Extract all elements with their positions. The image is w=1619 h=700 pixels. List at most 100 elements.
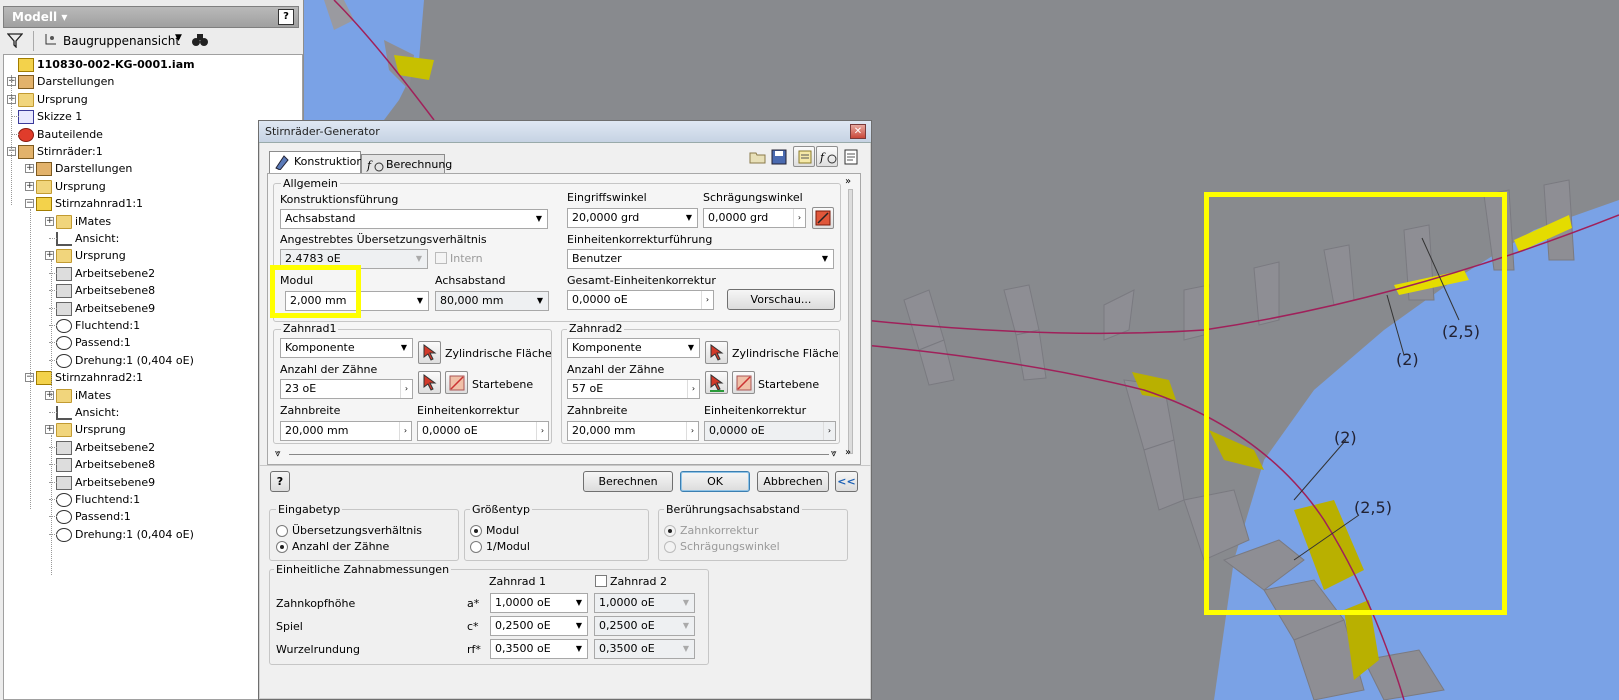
tree-node[interactable]: Ursprung xyxy=(18,91,88,108)
tree-node[interactable]: Ursprung xyxy=(56,421,126,438)
intern-checkbox[interactable] xyxy=(435,252,447,264)
collapse-icon[interactable]: − xyxy=(25,199,34,209)
tree-node[interactable]: Arbeitsebene9 xyxy=(56,300,155,317)
modul-radio[interactable] xyxy=(470,525,482,537)
expand-icon[interactable]: + xyxy=(45,425,54,435)
tree-node[interactable]: Arbeitsebene2 xyxy=(56,265,155,282)
filter-icon[interactable] xyxy=(7,32,23,48)
startebene-select-button[interactable] xyxy=(418,371,441,394)
1-modul-radio[interactable] xyxy=(470,541,482,553)
close-button[interactable]: ✕ xyxy=(850,124,866,139)
expand-right-icon[interactable]: » xyxy=(845,447,851,458)
tree-node[interactable]: Ursprung xyxy=(56,247,126,264)
save-icon[interactable] xyxy=(771,149,787,165)
scrollbar[interactable] xyxy=(848,189,853,454)
schraegungswinkel-radio[interactable] xyxy=(664,541,676,553)
expand-icon[interactable]: + xyxy=(25,181,34,191)
zylindrische-flaeche-button[interactable] xyxy=(418,341,441,364)
tree-node[interactable]: Stirnzahnrad2:1 xyxy=(36,369,143,386)
expand-down-icon[interactable]: ⩔ xyxy=(275,448,281,459)
tree-node[interactable]: Ansicht: xyxy=(56,404,119,421)
einheitenkorrekturfuehrung-select[interactable]: Benutzer ▼ xyxy=(567,249,834,269)
tree-node[interactable]: Arbeitsebene8 xyxy=(56,456,155,473)
tree-node[interactable]: 110830-002-KG-0001.iam xyxy=(18,56,195,73)
binoculars-icon[interactable] xyxy=(191,32,209,48)
chevron-down-icon[interactable]: ▼ xyxy=(175,33,182,43)
zahnrad1-einheitenkorrektur-input[interactable]: 0,0000 oE › xyxy=(417,421,549,441)
zahnrad1-zaehne-input[interactable]: 23 oE › xyxy=(280,379,413,399)
tree-node[interactable]: Arbeitsebene2 xyxy=(56,439,155,456)
tree-node[interactable]: iMates xyxy=(56,387,111,404)
zahnrad2-value-select[interactable]: 1,0000 oE ▼ xyxy=(594,593,695,613)
tree-node[interactable]: Fluchtend:1 xyxy=(56,317,140,334)
open-folder-icon[interactable] xyxy=(749,149,767,165)
zahnrad1-zahnbreite-input[interactable]: 20,000 mm › xyxy=(280,421,412,441)
berechnen-button[interactable]: Berechnen xyxy=(583,471,673,492)
tree-node[interactable]: Darstellungen xyxy=(18,73,114,90)
tab-konstruktion[interactable]: Konstruktion xyxy=(269,151,363,173)
tree-node[interactable]: Drehung:1 (0,404 oE) xyxy=(56,526,194,543)
tab-berechnung[interactable]: f Berechnung xyxy=(361,154,452,174)
zahnrad2-type-select[interactable]: Komponente ▼ xyxy=(567,338,700,358)
tree-node[interactable]: Ursprung xyxy=(36,178,106,195)
notes-icon[interactable] xyxy=(843,149,859,165)
tree-node[interactable]: Passend:1 xyxy=(56,508,131,525)
schraegungswinkel-input[interactable]: 0,0000 grd › xyxy=(703,208,806,228)
help-button[interactable]: ? xyxy=(270,471,290,492)
tree-node[interactable]: Darstellungen xyxy=(36,160,132,177)
zahnrad2-value-select[interactable]: 0,2500 oE ▼ xyxy=(594,616,695,636)
zahnrad2-zaehne-input[interactable]: 57 oE › xyxy=(567,379,700,399)
zahnrad2-checkbox[interactable] xyxy=(595,575,607,587)
collapse-button[interactable]: << xyxy=(835,471,858,492)
column-header: Zahnrad 1 xyxy=(489,575,546,588)
browser-title-bar[interactable]: Modell ▾ ? xyxy=(3,6,299,28)
zylindrische-flaeche-button[interactable] xyxy=(705,341,728,364)
zahnrad1-value-select[interactable]: 1,0000 oE ▼ xyxy=(490,593,588,613)
zahnrad1-type-select[interactable]: Komponente ▼ xyxy=(280,338,413,358)
zahnrad2-zahnbreite-input[interactable]: 20,000 mm › xyxy=(567,421,699,441)
tree-node[interactable]: Passend:1 xyxy=(56,334,131,351)
vorschau-button[interactable]: Vorschau... xyxy=(727,289,835,310)
lock-angle-button[interactable] xyxy=(812,207,834,229)
tree-node[interactable]: Stirnräder:1 xyxy=(18,143,103,160)
startebene-select-button[interactable] xyxy=(705,371,728,394)
expand-right-icon[interactable]: » xyxy=(845,176,851,187)
startebene-flip-button[interactable] xyxy=(732,371,755,394)
zahnkorrektur-radio[interactable] xyxy=(664,525,676,537)
tree-node[interactable]: Ansicht: xyxy=(56,230,119,247)
zahnrad2-value-select[interactable]: 0,3500 oE ▼ xyxy=(594,639,695,659)
expand-down-icon[interactable]: ⩔ xyxy=(831,448,837,459)
expand-icon[interactable]: + xyxy=(45,251,54,261)
tree-node[interactable]: Skizze 1 xyxy=(18,108,82,125)
achsabstand-select[interactable]: 80,000 mm ▼ xyxy=(435,291,549,311)
field-label: Einheitenkorrektur xyxy=(417,404,520,417)
expand-icon[interactable]: + xyxy=(45,216,54,226)
tree-node[interactable]: Arbeitsebene8 xyxy=(56,282,155,299)
function-button[interactable]: f xyxy=(816,146,838,167)
konstruktionsfuehrung-select[interactable]: Achsabstand ▼ xyxy=(280,209,548,229)
tree-node[interactable]: iMates xyxy=(56,213,111,230)
tree-node-label: Arbeitsebene2 xyxy=(75,266,156,280)
eingriffswinkel-select[interactable]: 20,0000 grd ▼ xyxy=(567,208,698,228)
tree-node[interactable]: Bauteilende xyxy=(18,126,103,143)
view-selector[interactable]: Baugruppenansicht xyxy=(63,34,180,48)
zahnrad1-value-select[interactable]: 0,2500 oE ▼ xyxy=(490,616,588,636)
zahnrad2-einheitenkorrektur-input[interactable]: 0,0000 oE › xyxy=(704,421,836,441)
tree-node[interactable]: Arbeitsebene9 xyxy=(56,474,155,491)
tree-node[interactable]: Fluchtend:1 xyxy=(56,491,140,508)
expand-icon[interactable]: + xyxy=(25,164,34,174)
browser-title[interactable]: Modell ▾ xyxy=(12,10,67,24)
uebersetzungsverhaeltnis-radio[interactable] xyxy=(276,525,288,537)
help-icon[interactable]: ? xyxy=(278,9,294,25)
tree-node[interactable]: Drehung:1 (0,404 oE) xyxy=(56,352,194,369)
ok-button[interactable]: OK xyxy=(680,471,750,492)
abbrechen-button[interactable]: Abbrechen xyxy=(757,471,829,492)
startebene-flip-button[interactable] xyxy=(445,371,468,394)
expand-icon[interactable]: + xyxy=(45,390,54,400)
zahnrad1-value-select[interactable]: 0,3500 oE ▼ xyxy=(490,639,588,659)
dialog-title-bar[interactable]: Stirnräder-Generator ✕ xyxy=(259,121,871,143)
settings-button[interactable] xyxy=(793,146,815,167)
gesamt-einheitenkorrektur-input[interactable]: 0,0000 oE › xyxy=(567,290,714,310)
tree-node[interactable]: Stirnzahnrad1:1 xyxy=(36,195,143,212)
anzahl-der-zaehne-radio[interactable] xyxy=(276,541,288,553)
